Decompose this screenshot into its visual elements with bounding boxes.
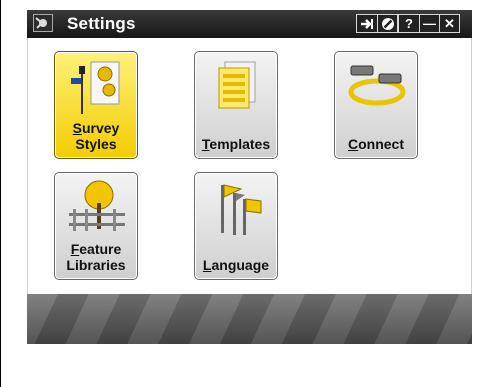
left-edge-line — [0, 0, 1, 387]
window-title: Settings — [67, 14, 136, 33]
tree-fence-icon — [69, 180, 125, 231]
tile-connect[interactable]: Connect — [334, 51, 418, 159]
no-entry-icon — [381, 17, 394, 30]
close-button[interactable]: ✕ — [439, 15, 459, 32]
usb-cable-icon — [348, 65, 406, 106]
tile-label: Feature Libraries — [66, 241, 126, 273]
app-icon[interactable] — [33, 14, 53, 32]
settings-grid: Survey Styles Templates Connect Feature … — [27, 38, 472, 294]
minimize-button[interactable]: — — [419, 15, 439, 32]
flags-icon — [221, 184, 262, 235]
tile-templates[interactable]: Templates — [194, 51, 278, 159]
window-controls-group: ? — ✕ — [398, 14, 460, 33]
tile-feature-libraries[interactable]: Feature Libraries — [54, 172, 138, 280]
arrow-right-icon — [361, 18, 373, 29]
settings-window: Settings ? — ✕ Survey Styles Templates C… — [27, 10, 472, 344]
satellite-icon — [35, 17, 47, 29]
ok-button[interactable] — [357, 15, 377, 32]
survey-styles-icon — [71, 61, 120, 114]
tile-label: Survey Styles — [72, 120, 120, 152]
help-button[interactable]: ? — [399, 15, 419, 32]
templates-icon — [218, 61, 256, 109]
ok-cancel-group — [356, 14, 398, 33]
tile-label: Templates — [201, 136, 271, 152]
bottom-bar — [27, 294, 472, 344]
tile-language[interactable]: Language — [194, 172, 278, 280]
title-bar: Settings ? — ✕ — [27, 10, 472, 38]
tile-survey-styles[interactable]: Survey Styles — [54, 51, 138, 159]
cancel-button[interactable] — [377, 15, 397, 32]
tile-label: Connect — [347, 136, 404, 152]
tile-label: Language — [202, 257, 270, 273]
